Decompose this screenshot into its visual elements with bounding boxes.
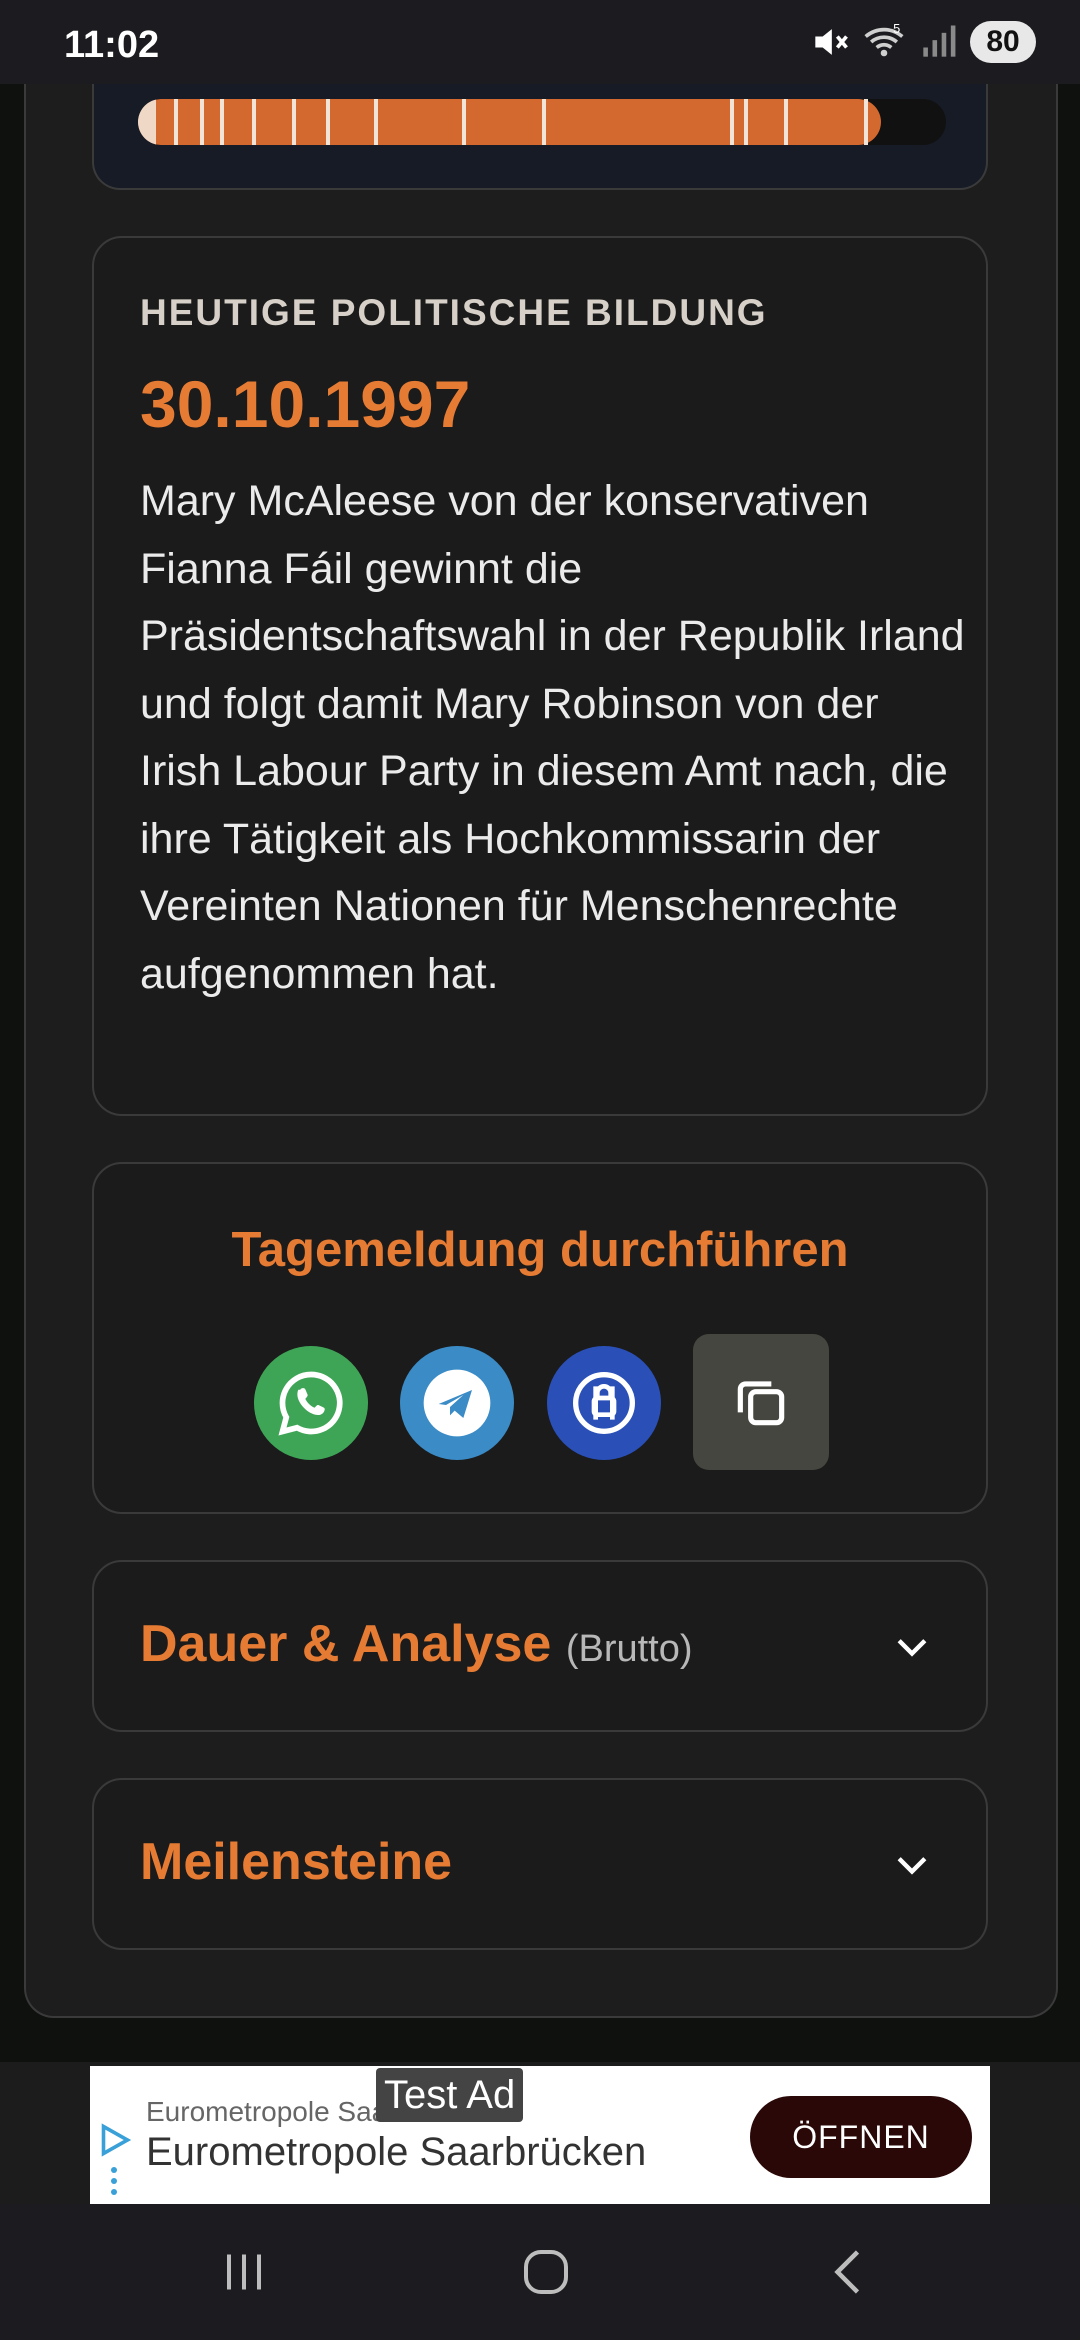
event-card: HEUTIGE POLITISCHE BILDUNG 30.10.1997 Ma… [92,236,988,1116]
progress-fill [138,99,882,145]
threema-icon [573,1372,635,1434]
accordion-analysis[interactable]: Dauer & Analyse (Brutto) [92,1560,988,1732]
event-description: Mary McAleese von der konservativen Fian… [140,477,965,998]
progress-tick [374,99,378,145]
progress-tick [292,99,296,145]
recent-apps-icon[interactable] [214,2242,274,2302]
threema-share-button[interactable] [547,1346,661,1460]
battery-icon: 80 [970,21,1036,63]
section-label: HEUTIGE POLITISCHE BILDUNG [140,292,768,333]
back-icon[interactable] [820,2242,880,2302]
progress-tick [252,99,256,145]
wifi-icon: 5 [864,21,904,57]
share-title: Tagemeldung durchführen [231,1223,849,1277]
accordion-analysis-label: Dauer & Analyse [140,1615,552,1673]
accordion-milestones[interactable]: Meilensteine [92,1778,988,1950]
telegram-icon [423,1369,491,1437]
telegram-share-button[interactable] [400,1346,514,1460]
screen: 11:02 5 80 HEUTIGE POLITISCHE BILDUNG 30… [0,0,1080,2340]
more-options-icon[interactable] [110,2166,118,2196]
progress-tick [542,99,546,145]
wifi-badge: 5 [893,21,900,36]
signal-icon [923,25,956,57]
status-bar: 11:02 5 80 [0,0,1080,84]
progress-tick [864,99,868,145]
progress-tick [220,99,224,145]
progress-bar [138,99,946,145]
copy-icon [737,1381,785,1426]
ad-headline: Eurometropole Saarbrücken [146,2130,647,2174]
progress-tick [462,99,466,145]
ad-choices-icon[interactable] [96,2122,132,2158]
ad-banner[interactable]: Eurometropole Saarbrücken Eurometropole … [90,2066,990,2204]
chevron-down-icon [897,1639,927,1657]
accordion-milestones-title: Meilensteine [140,1833,453,1891]
accordion-analysis-title: Dauer & Analyse (Brutto) [140,1614,693,1674]
chevron-down-icon [897,1857,927,1875]
progress-tick [200,99,204,145]
navigation-bar [0,2204,1080,2340]
ad-open-button[interactable]: ÖFFNEN [750,2096,972,2178]
accordion-analysis-suffix: (Brutto) [565,1628,693,1670]
test-ad-badge: Test Ad [376,2068,524,2122]
copy-button[interactable] [693,1334,829,1470]
whatsapp-icon [278,1371,343,1436]
mute-icon [815,29,848,55]
event-date: 30.10.1997 [140,367,471,441]
status-icons: 5 80 [808,20,1036,64]
home-icon[interactable] [516,2242,576,2302]
progress-tick [326,99,330,145]
share-card: Tagemeldung durchführen [92,1162,988,1514]
progress-tick [174,99,178,145]
status-time: 11:02 [64,24,160,66]
progress-tick [784,99,788,145]
progress-tick [730,99,734,145]
whatsapp-share-button[interactable] [254,1346,368,1460]
progress-tick [744,99,748,145]
